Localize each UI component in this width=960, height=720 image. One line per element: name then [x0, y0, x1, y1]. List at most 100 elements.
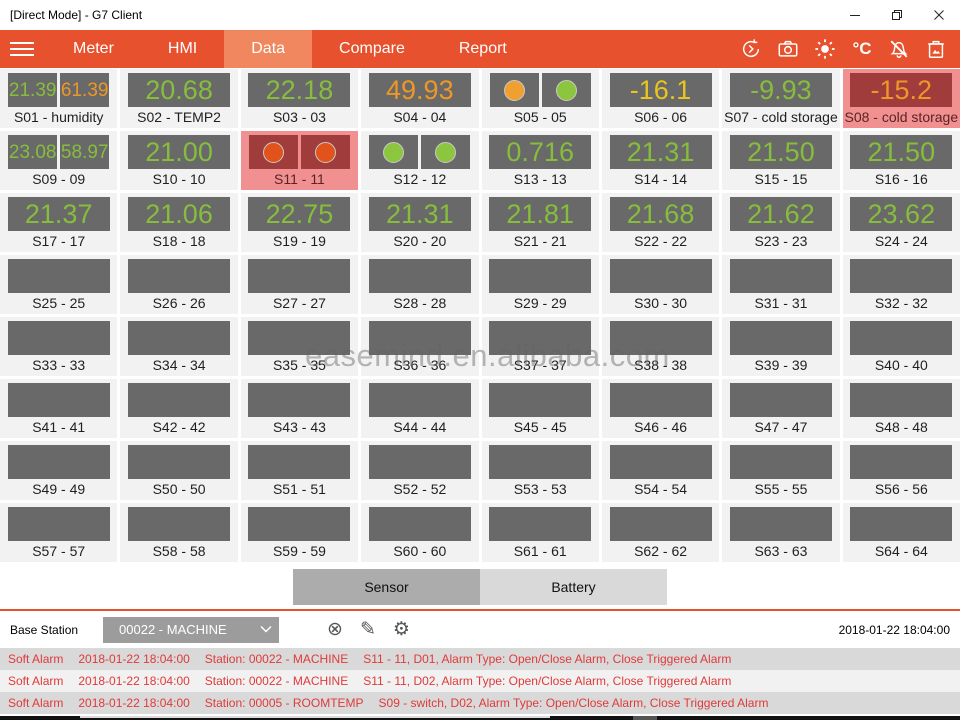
sensor-cell[interactable]: S63 - 63 — [722, 503, 839, 562]
sensor-cell[interactable]: 0.716 S13 - 13 — [482, 131, 599, 190]
sensor-cell[interactable]: 23.0858.97 S09 - 09 — [0, 131, 117, 190]
sensor-label: S64 - 64 — [843, 542, 960, 561]
sensor-cell[interactable]: 21.62 S23 - 23 — [722, 193, 839, 252]
sensor-cell[interactable]: -15.2 S08 - cold storage — [843, 69, 960, 128]
sensor-cell[interactable]: S36 - 36 — [361, 317, 478, 376]
sensor-cell[interactable]: S43 - 43 — [241, 379, 358, 438]
sensor-tile — [489, 507, 591, 541]
sensor-cell[interactable]: S50 - 50 — [120, 441, 237, 500]
sensor-cell[interactable]: S34 - 34 — [120, 317, 237, 376]
sensor-cell[interactable]: S47 - 47 — [722, 379, 839, 438]
sensor-cell[interactable]: 20.68 S02 - TEMP2 — [120, 69, 237, 128]
sensor-cell[interactable]: S38 - 38 — [602, 317, 719, 376]
sensor-cell[interactable]: 49.93 S04 - 04 — [361, 69, 478, 128]
sensor-cell[interactable]: S05 - 05 — [482, 69, 599, 128]
tab-report[interactable]: Report — [432, 30, 534, 68]
sensor-cell[interactable]: 21.50 S16 - 16 — [843, 131, 960, 190]
sensor-cell[interactable]: S32 - 32 — [843, 255, 960, 314]
sensor-cell[interactable]: S61 - 61 — [482, 503, 599, 562]
sensor-cell[interactable]: 21.50 S15 - 15 — [722, 131, 839, 190]
sensor-cell[interactable]: S54 - 54 — [602, 441, 719, 500]
sensor-cell[interactable]: S52 - 52 — [361, 441, 478, 500]
sensor-cell[interactable]: S26 - 26 — [120, 255, 237, 314]
brightness-button[interactable] — [813, 37, 837, 61]
tab-compare[interactable]: Compare — [312, 30, 432, 68]
sensor-view-button[interactable]: Sensor — [293, 569, 480, 605]
sensor-cell[interactable]: 21.00 S10 - 10 — [120, 131, 237, 190]
cancel-icon[interactable]: ⊗ — [327, 619, 343, 641]
restore-button[interactable] — [876, 0, 918, 30]
close-button[interactable] — [918, 0, 960, 30]
battery-view-button[interactable]: Battery — [480, 569, 667, 605]
settings-gear-icon[interactable]: ⚙ — [393, 619, 410, 641]
sensor-cell[interactable]: S25 - 25 — [0, 255, 117, 314]
sensor-cell[interactable]: 22.18 S03 - 03 — [241, 69, 358, 128]
sensor-cell[interactable]: S57 - 57 — [0, 503, 117, 562]
minimize-icon — [849, 9, 861, 21]
sensor-tile-row — [361, 445, 478, 479]
sensor-cell[interactable]: 21.31 S20 - 20 — [361, 193, 478, 252]
sensor-cell[interactable]: S56 - 56 — [843, 441, 960, 500]
sensor-cell[interactable]: S40 - 40 — [843, 317, 960, 376]
sensor-tile-row — [0, 507, 117, 541]
sensor-cell[interactable]: S45 - 45 — [482, 379, 599, 438]
sensor-cell[interactable]: 23.62 S24 - 24 — [843, 193, 960, 252]
minimize-button[interactable] — [834, 0, 876, 30]
sensor-cell[interactable]: -9.93 S07 - cold storage — [722, 69, 839, 128]
sensor-cell[interactable]: S39 - 39 — [722, 317, 839, 376]
sensor-cell[interactable]: 21.06 S18 - 18 — [120, 193, 237, 252]
sensor-cell[interactable]: S53 - 53 — [482, 441, 599, 500]
sensor-cell[interactable]: 21.81 S21 - 21 — [482, 193, 599, 252]
sensor-cell[interactable]: S42 - 42 — [120, 379, 237, 438]
sensor-value: 21.37 — [25, 201, 93, 228]
menu-button[interactable] — [0, 30, 46, 68]
sensor-cell[interactable]: S55 - 55 — [722, 441, 839, 500]
sensor-value: 21.68 — [627, 201, 695, 228]
sensor-cell[interactable]: S51 - 51 — [241, 441, 358, 500]
sensor-label: S19 - 19 — [241, 232, 358, 251]
sensor-cell[interactable]: S33 - 33 — [0, 317, 117, 376]
sensor-cell[interactable]: 21.37 S17 - 17 — [0, 193, 117, 252]
sensor-cell[interactable]: S30 - 30 — [602, 255, 719, 314]
mute-alarm-button[interactable] — [887, 37, 911, 61]
sensor-cell[interactable]: 21.31 S14 - 14 — [602, 131, 719, 190]
sensor-cell[interactable]: S62 - 62 — [602, 503, 719, 562]
clear-button[interactable] — [924, 37, 948, 61]
sensor-cell[interactable]: S12 - 12 — [361, 131, 478, 190]
sensor-cell[interactable]: 22.75 S19 - 19 — [241, 193, 358, 252]
edit-icon[interactable]: ✎ — [360, 619, 376, 641]
sensor-cell[interactable]: S29 - 29 — [482, 255, 599, 314]
alarm-log-row[interactable]: Soft Alarm 2018-01-22 18:04:00 Station: … — [0, 692, 960, 714]
sensor-cell[interactable]: -16.1 S06 - 06 — [602, 69, 719, 128]
temperature-unit-button[interactable]: °C — [850, 37, 874, 61]
tab-hmi[interactable]: HMI — [141, 30, 224, 68]
sensor-cell[interactable]: 21.68 S22 - 22 — [602, 193, 719, 252]
screenshot-button[interactable] — [776, 37, 800, 61]
sensor-tile-row: 22.75 — [241, 197, 358, 231]
sensor-cell[interactable]: S46 - 46 — [602, 379, 719, 438]
sensor-cell[interactable]: S44 - 44 — [361, 379, 478, 438]
sensor-cell[interactable]: 21.3961.39 S01 - humidity — [0, 69, 117, 128]
sensor-cell[interactable]: S48 - 48 — [843, 379, 960, 438]
sensor-cell[interactable]: S37 - 37 — [482, 317, 599, 376]
sensor-cell[interactable]: S58 - 58 — [120, 503, 237, 562]
sensor-cell[interactable]: S41 - 41 — [0, 379, 117, 438]
sensor-label: S46 - 46 — [602, 418, 719, 437]
sensor-cell[interactable]: S35 - 35 — [241, 317, 358, 376]
sensor-cell[interactable]: S64 - 64 — [843, 503, 960, 562]
sensor-cell[interactable]: S28 - 28 — [361, 255, 478, 314]
sensor-cell[interactable]: S31 - 31 — [722, 255, 839, 314]
sensor-value: 22.75 — [266, 201, 334, 228]
alarm-log-row[interactable]: Soft Alarm 2018-01-22 18:04:00 Station: … — [0, 648, 960, 670]
sensor-cell[interactable]: S27 - 27 — [241, 255, 358, 314]
sensor-tile: -15.2 — [850, 73, 952, 107]
sync-button[interactable] — [739, 37, 763, 61]
sensor-cell[interactable]: S60 - 60 — [361, 503, 478, 562]
tab-data[interactable]: Data — [224, 30, 312, 68]
alarm-log-row[interactable]: Soft Alarm 2018-01-22 18:04:00 Station: … — [0, 670, 960, 692]
sensor-cell[interactable]: S11 - 11 — [241, 131, 358, 190]
tab-meter[interactable]: Meter — [46, 30, 141, 68]
sensor-cell[interactable]: S49 - 49 — [0, 441, 117, 500]
base-station-dropdown[interactable]: 00022 - MACHINE — [103, 617, 279, 643]
sensor-cell[interactable]: S59 - 59 — [241, 503, 358, 562]
